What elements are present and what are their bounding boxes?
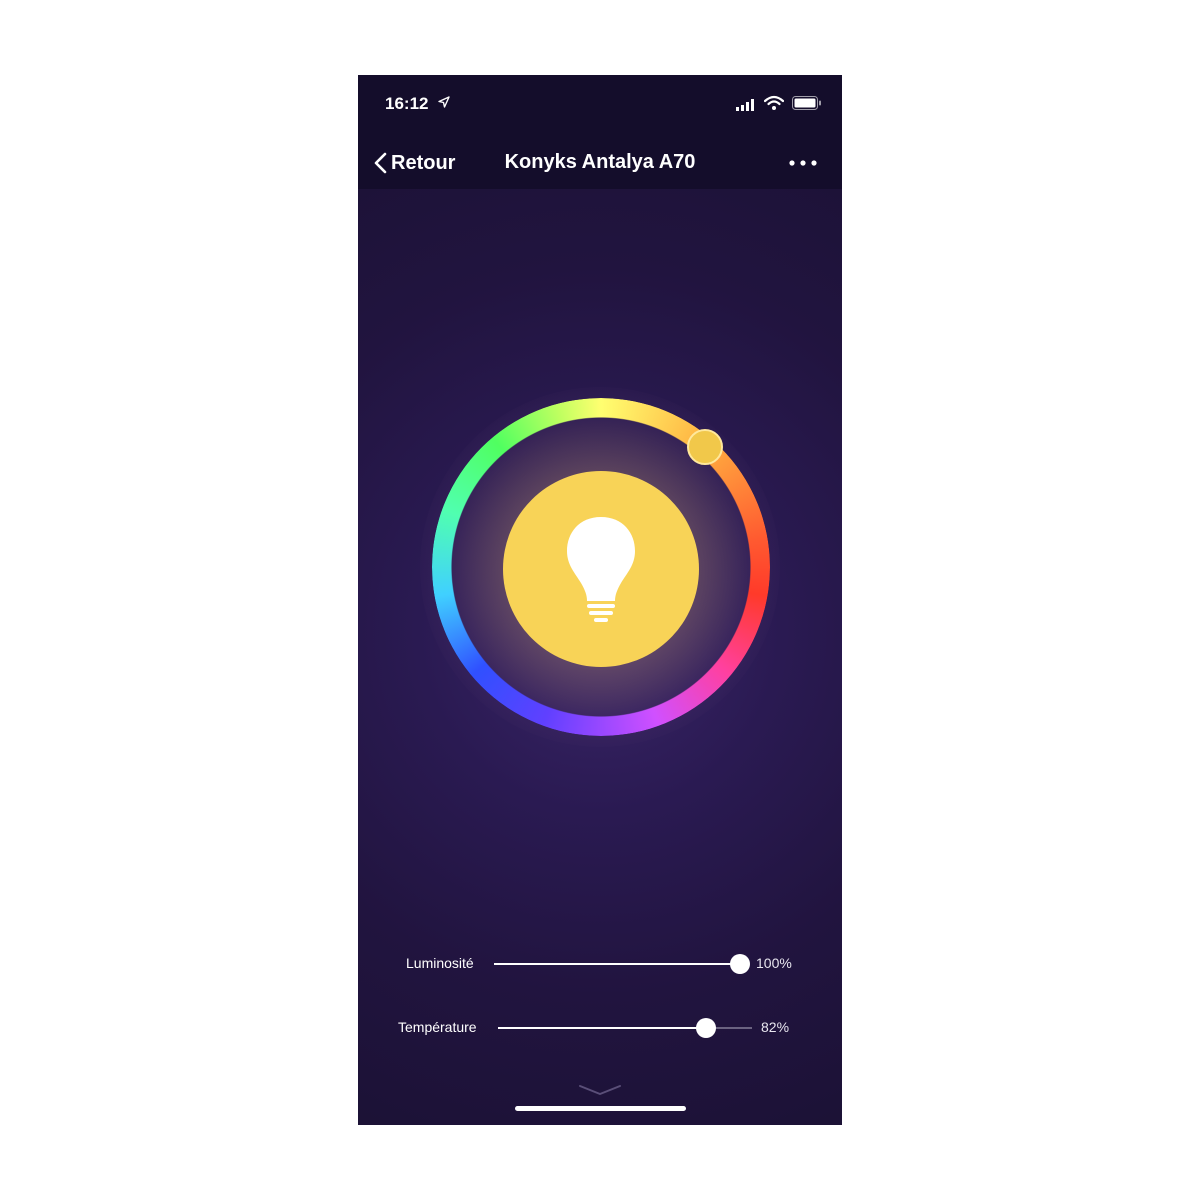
temperature-slider[interactable] bbox=[498, 1018, 752, 1038]
chevron-down-icon[interactable] bbox=[578, 1083, 622, 1097]
lightbulb-icon bbox=[567, 517, 635, 622]
brightness-slider-thumb[interactable] bbox=[730, 954, 750, 974]
temperature-slider-row: Température 82% bbox=[358, 1013, 842, 1043]
brightness-value: 100% bbox=[756, 955, 792, 971]
brightness-label: Luminosité bbox=[406, 955, 474, 971]
temperature-label: Température bbox=[398, 1019, 477, 1035]
temperature-slider-fill bbox=[498, 1027, 707, 1029]
color-picker-handle[interactable] bbox=[687, 429, 723, 465]
phone-screen: 16:12 Retour Konyks Antalya A70 Luminosi… bbox=[358, 75, 842, 1125]
brightness-slider-row: Luminosité 100% bbox=[358, 949, 842, 979]
temperature-value: 82% bbox=[761, 1019, 790, 1035]
temperature-slider-thumb[interactable] bbox=[696, 1018, 717, 1038]
home-indicator[interactable] bbox=[515, 1106, 686, 1111]
brightness-slider-fill bbox=[494, 963, 740, 965]
bulb-toggle[interactable] bbox=[503, 471, 699, 667]
brightness-slider[interactable] bbox=[494, 954, 750, 974]
